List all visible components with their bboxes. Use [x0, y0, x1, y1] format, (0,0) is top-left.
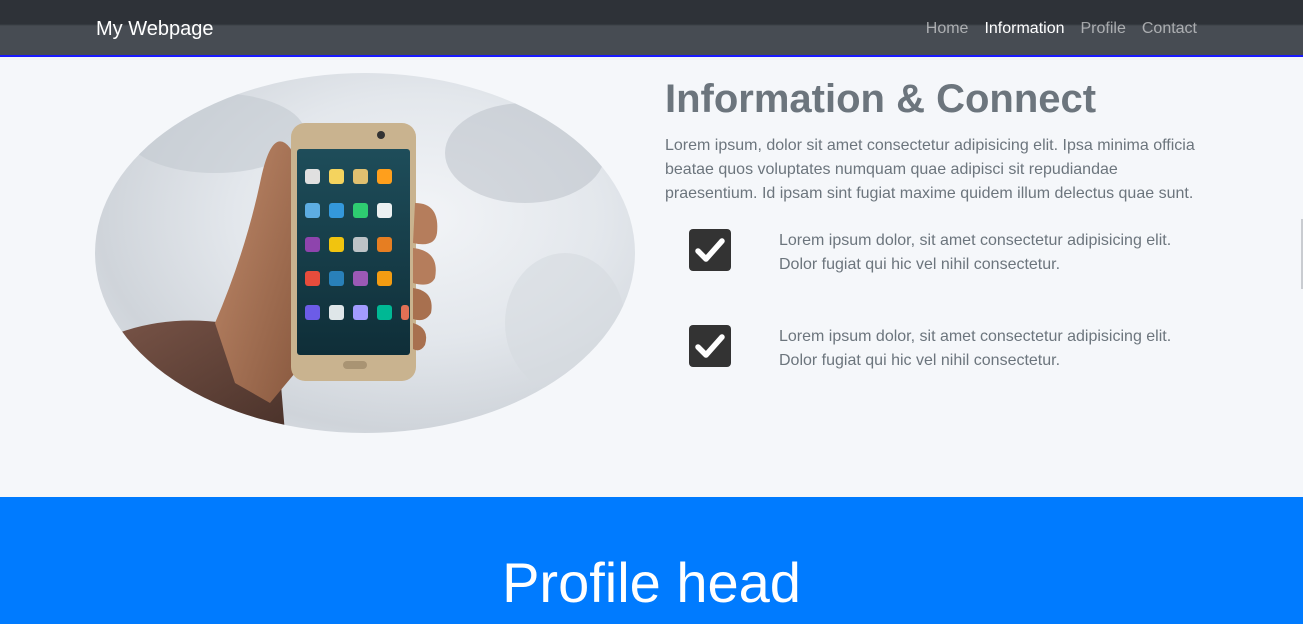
nav-link-information[interactable]: Information	[984, 19, 1064, 39]
nav-link-home[interactable]: Home	[926, 19, 969, 39]
navbar: My Webpage Home Information Profile Cont…	[0, 0, 1303, 57]
brand-link[interactable]: My Webpage	[96, 18, 213, 40]
profile-section: Profile head	[0, 497, 1303, 624]
check-square-icon	[689, 325, 731, 367]
check-square-icon	[689, 229, 731, 271]
information-section: Information & Connect Lorem ipsum, dolor…	[0, 59, 1303, 497]
nav-link-profile[interactable]: Profile	[1081, 19, 1126, 39]
feature-text: Lorem ipsum dolor, sit amet consectetur …	[779, 232, 1172, 273]
information-text: Lorem ipsum, dolor sit amet consectetur …	[665, 137, 1195, 202]
feature-text: Lorem ipsum dolor, sit amet consectetur …	[779, 328, 1172, 369]
profile-heading: Profile head	[502, 551, 801, 614]
nav-links: Home Information Profile Contact	[926, 19, 1197, 39]
phone-in-hand-image	[95, 73, 635, 433]
nav-link-contact[interactable]: Contact	[1142, 19, 1197, 39]
information-title: Information & Connect	[665, 77, 1097, 121]
